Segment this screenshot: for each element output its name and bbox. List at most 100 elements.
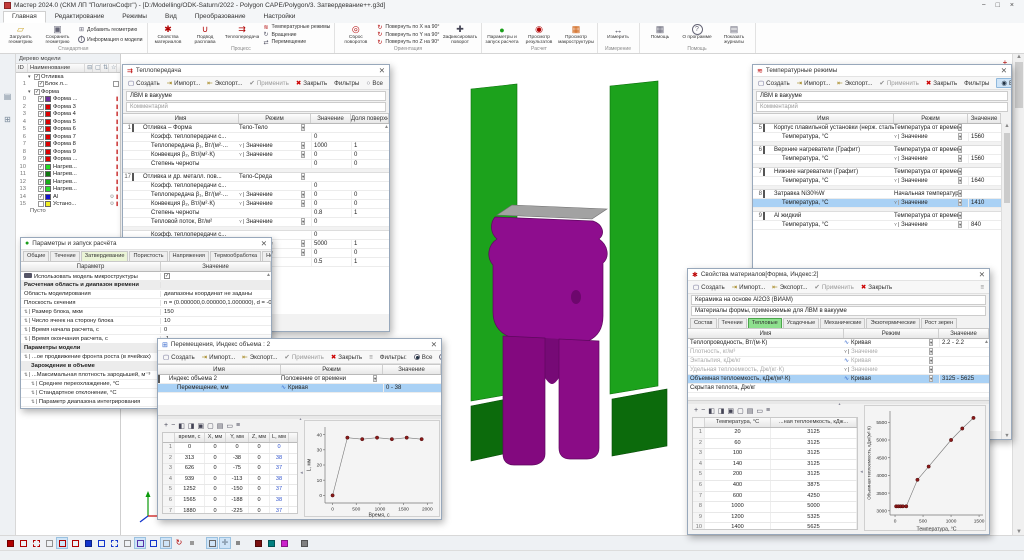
color-swatch[interactable] bbox=[45, 148, 51, 155]
column-header-Параметр[interactable]: Параметр bbox=[21, 262, 161, 271]
grid-cell[interactable]: 5625 bbox=[771, 523, 857, 529]
dropdown-icon[interactable]: ▾ bbox=[929, 366, 934, 373]
table-row[interactable]: Степень черноты 0 0 bbox=[123, 160, 389, 169]
grid-row[interactable]: 7 600 4250 bbox=[693, 491, 857, 503]
color-swatch[interactable] bbox=[45, 193, 51, 200]
minimize-button[interactable]: − bbox=[982, 2, 986, 9]
column-header-Значение[interactable]: Значение bbox=[939, 329, 989, 338]
table-options-icon[interactable]: ≡ bbox=[236, 422, 240, 429]
grid-cell[interactable]: 0 bbox=[249, 506, 270, 513]
new-table-icon[interactable]: ▢ bbox=[737, 407, 744, 415]
grid-column-L, мм[interactable]: L, мм bbox=[270, 433, 289, 442]
toolbar-button-Создать[interactable]: ▢ Создать bbox=[758, 79, 790, 88]
dropdown-icon[interactable]: ▾ bbox=[929, 357, 934, 364]
grid-cell[interactable]: 20 bbox=[705, 428, 771, 438]
grid-cell[interactable]: 200 bbox=[705, 470, 771, 480]
grid-cell[interactable]: 140 bbox=[705, 459, 771, 470]
close-icon[interactable]: ✕ bbox=[1001, 66, 1007, 75]
scroll-down-icon[interactable]: ▼ bbox=[1002, 433, 1011, 439]
sort-icon[interactable]: ⇅ bbox=[101, 64, 109, 72]
grid-cell[interactable]: -113 bbox=[226, 474, 249, 485]
table-row[interactable]: 7 Нижние нагреватели (Графит) Температура … bbox=[753, 168, 1001, 177]
column-header-Имя[interactable]: Имя bbox=[123, 114, 239, 123]
dropdown-icon[interactable]: ▾ bbox=[301, 173, 306, 180]
column-header-Значение[interactable]: Значение bbox=[383, 365, 441, 374]
material-name-field[interactable]: Керамика на основе Al2O3 (ВИАМ) bbox=[691, 295, 986, 305]
table-row[interactable]: Температура, °C Y Значение ▾ 1560 bbox=[753, 155, 1001, 164]
cube-grey-solid[interactable] bbox=[298, 537, 310, 549]
column-header-Режим[interactable]: Режим bbox=[894, 114, 968, 123]
tab-Настройки[interactable]: Настройки bbox=[255, 11, 305, 23]
ribbon-button-Перемещение[interactable]: ⇄ Перемещение bbox=[263, 39, 331, 46]
grid-cell[interactable]: 0 bbox=[205, 464, 226, 474]
dropdown-icon[interactable]: ▾ bbox=[958, 221, 963, 228]
toolbar-overflow-icon[interactable]: ≡ bbox=[369, 354, 373, 361]
dropdown-icon[interactable]: ▾ bbox=[958, 146, 963, 153]
dialog-scrollbar[interactable]: ▲ ▼ bbox=[1001, 123, 1011, 439]
visibility-checkbox[interactable]: ✓ bbox=[38, 186, 44, 193]
visibility-checkbox[interactable]: ✓ bbox=[38, 193, 44, 200]
table-row[interactable]: Тепловой поток, Вт/м² Y Значение ▾ 0 bbox=[123, 218, 389, 227]
ribbon-button-Просмотр макроструктуры[interactable]: ▦ Просмотр макроструктуры bbox=[558, 23, 595, 46]
visibility-checkbox[interactable]: ✓ bbox=[38, 81, 44, 88]
tree-item-Форма 7[interactable]: 6 ✓ Форма 7 ❚ bbox=[16, 133, 120, 141]
tab-Термообработка[interactable]: Термообработка bbox=[209, 251, 262, 261]
visibility-checkbox[interactable]: ✓ bbox=[38, 96, 44, 103]
color-swatch[interactable] bbox=[45, 133, 51, 140]
cube-grey-wire-2[interactable] bbox=[121, 537, 133, 549]
param-row[interactable]: Область моделирования диапазоны координат… bbox=[21, 290, 271, 299]
ribbon-button-Подвод расплава[interactable]: ∪ Подвод расплава bbox=[187, 23, 224, 46]
visibility-checkbox[interactable]: ✓ bbox=[38, 178, 44, 185]
table-row[interactable]: 6 Верхние нагреватели (Графит) Температура… bbox=[753, 146, 1001, 155]
tab-Редактирование[interactable]: Редактирование bbox=[46, 11, 114, 23]
grid-cell[interactable]: 0 bbox=[205, 453, 226, 464]
grid-cell[interactable]: 1000 bbox=[705, 502, 771, 512]
tab-Общие[interactable]: Общие bbox=[23, 251, 50, 261]
ribbon-button-Сохранить геометрию[interactable]: ▣ Сохранить геометрию bbox=[39, 23, 76, 46]
grid-cell[interactable]: 400 bbox=[705, 480, 771, 491]
grid-row[interactable]: 100000 bbox=[163, 443, 297, 454]
maximize-button[interactable]: □ bbox=[996, 2, 1000, 9]
tab-Состав[interactable]: Состав bbox=[690, 318, 717, 328]
toolbar-button-Применить[interactable]: ✔ Применить bbox=[814, 283, 853, 292]
grid-cell[interactable]: 0 bbox=[205, 443, 226, 453]
table-row[interactable]: Температура, °C Y Значение ▾ 840 bbox=[753, 221, 1001, 230]
grid-cell[interactable]: 0 bbox=[249, 453, 270, 464]
grid-row[interactable]: 5 200 3125 bbox=[693, 470, 857, 481]
table-row[interactable]: 9 Al жидкий Температура от времени ▾ bbox=[753, 212, 1001, 221]
grid-cell[interactable]: 600 bbox=[705, 491, 771, 502]
cube-teal-solid[interactable] bbox=[265, 537, 277, 549]
ribbon-button-Помощь[interactable]: ▦ Помощь bbox=[642, 23, 679, 46]
grid-cell[interactable]: -75 bbox=[226, 464, 249, 474]
tree-item-Нагрев...[interactable]: 10 ✓ Нагрев... ❚ bbox=[16, 163, 120, 171]
grid-row[interactable]: 6 1565 0 -188 0 38 bbox=[163, 495, 297, 507]
temp-dialog-titlebar[interactable]: ≋ Температурные режимы ✕ bbox=[753, 65, 1011, 77]
scroll-up-icon[interactable]: ▲ bbox=[1013, 54, 1024, 60]
cube-violet-wire[interactable] bbox=[134, 537, 146, 549]
cube-darkred-solid[interactable] bbox=[252, 537, 264, 549]
ribbon-button-Просмотр результатов[interactable]: ◉ Просмотр результатов bbox=[521, 23, 558, 46]
grid-cell[interactable]: 1200 bbox=[705, 512, 771, 523]
grid-cell[interactable]: 1400 bbox=[705, 523, 771, 529]
visibility-checkbox[interactable]: ✓ bbox=[38, 171, 44, 178]
toolbar-button-Закрыть[interactable]: ✖ Закрыть bbox=[296, 79, 327, 88]
tab-Вид[interactable]: Вид bbox=[156, 11, 186, 23]
table-scroll-up-icon[interactable]: ▲ bbox=[384, 124, 389, 130]
tree-item-Нагрев...[interactable]: 13 ✓ Нагрев... ❚ bbox=[16, 186, 120, 194]
visibility-checkbox[interactable]: ✓ bbox=[38, 141, 44, 148]
dropdown-icon[interactable]: ▾ bbox=[958, 177, 963, 184]
corner-snap[interactable] bbox=[232, 537, 244, 549]
tab-Затвердевание[interactable]: Затвердевание bbox=[80, 251, 129, 261]
grid-cell[interactable]: 0 bbox=[205, 485, 226, 495]
ribbon-button-Параметры и запуск расчета[interactable]: ● Параметры и запуск расчета bbox=[484, 23, 521, 46]
grid-cell[interactable]: 0 bbox=[205, 474, 226, 485]
column-header-Режим[interactable]: Режим bbox=[239, 114, 311, 123]
close-icon[interactable]: ✕ bbox=[431, 340, 437, 349]
toolbar-button-Фильтры[interactable]: Фильтры bbox=[334, 80, 359, 87]
toolbar-button-Применить[interactable]: ✔ Применить bbox=[249, 79, 288, 88]
cube-blue-dashed[interactable] bbox=[108, 537, 120, 549]
column-header-Значение[interactable]: Значение bbox=[968, 114, 1001, 123]
cube-magenta-solid[interactable] bbox=[278, 537, 290, 549]
table-row[interactable]: Перемещение, мм ∿ Кривая 0 - 38 bbox=[158, 384, 441, 393]
dropdown-icon[interactable]: ▾ bbox=[958, 155, 963, 162]
